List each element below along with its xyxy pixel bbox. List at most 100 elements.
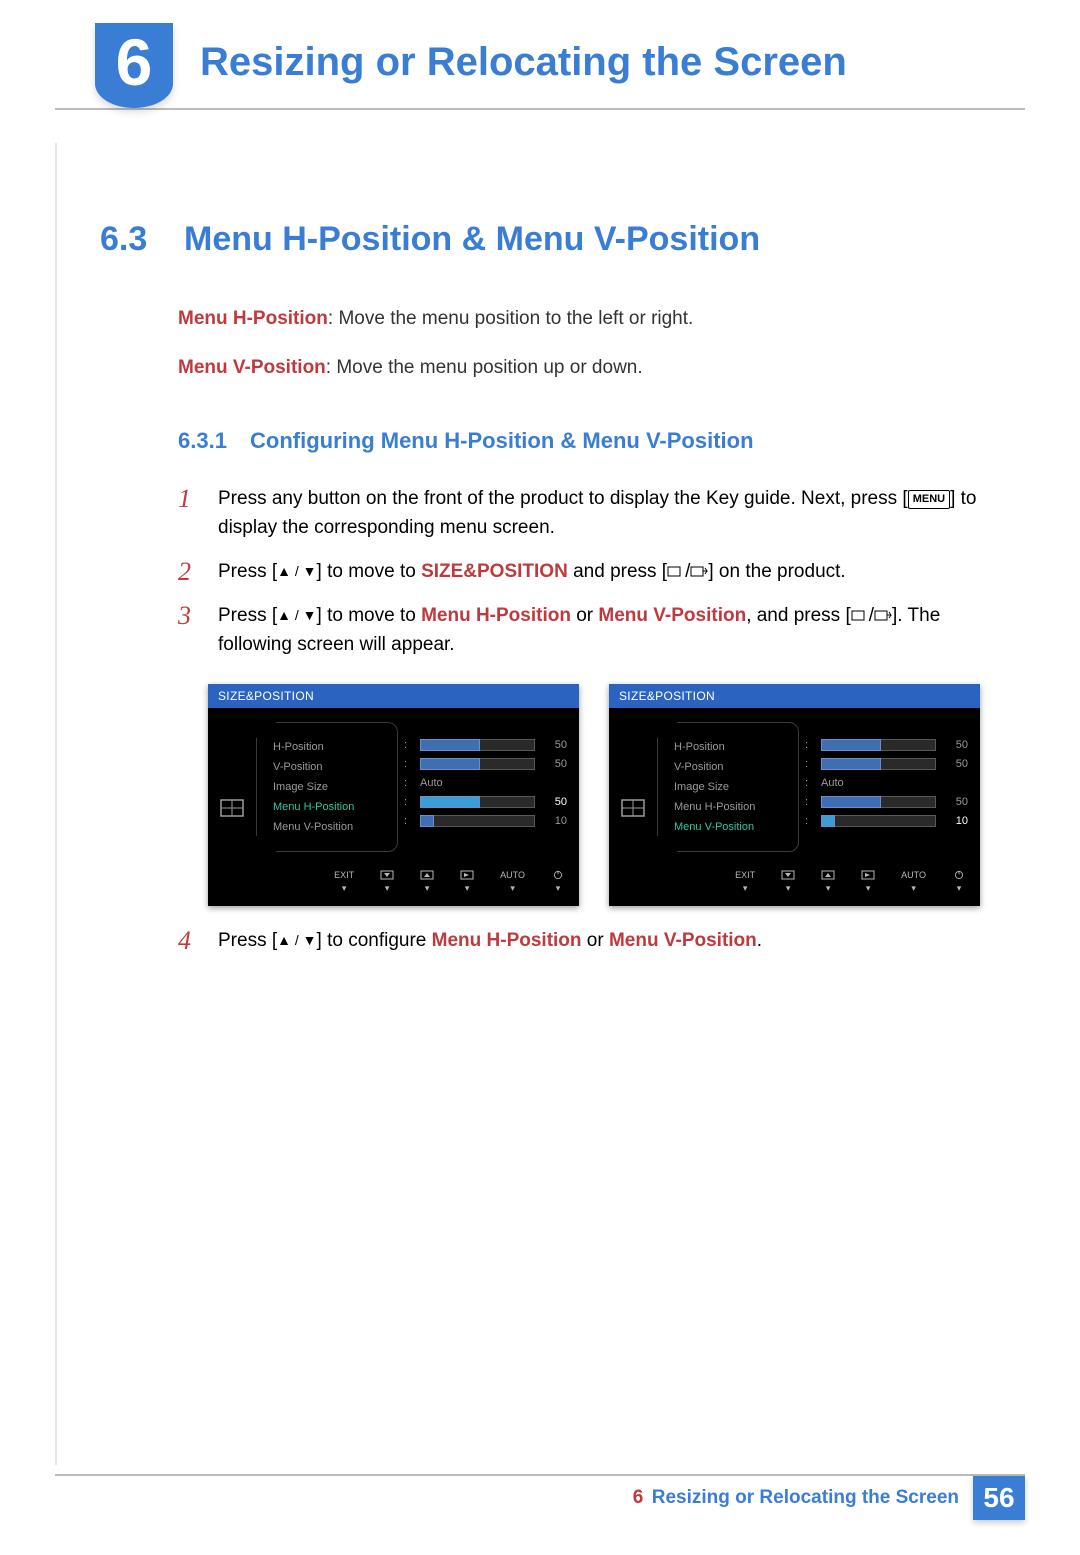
val-mh: 50 — [543, 796, 567, 808]
enter-source-icon: / — [851, 601, 892, 630]
val-mv: 10 — [944, 815, 968, 827]
step-1-text: Press any button on the front of the pro… — [218, 484, 980, 543]
chapter-title: Resizing or Relocating the Screen — [200, 40, 847, 85]
s3-pre: Press [ — [218, 605, 277, 626]
step-2-num: 2 — [178, 557, 196, 587]
osd-item-v: V-Position — [658, 757, 798, 777]
step-3-text: Press [▲ / ▼] to move to Menu H-Position… — [218, 601, 980, 660]
footer-chapter-title: Resizing or Relocating the Screen — [652, 1487, 959, 1508]
s2-post2: and press [ — [568, 561, 667, 582]
def-v-text: : Move the menu position up or down. — [326, 357, 643, 378]
osd-item-v: V-Position — [257, 757, 397, 777]
osd-btn-power: ▾ — [551, 870, 565, 894]
step-4: 4 Press [▲ / ▼] to configure Menu H-Posi… — [178, 926, 980, 956]
step-3: 3 Press [▲ / ▼] to move to Menu H-Positi… — [178, 601, 980, 660]
footer-chapter-number: 6 — [633, 1487, 644, 1508]
osd-item-mh: Menu H-Position — [257, 797, 397, 817]
s2-pre: Press [ — [218, 561, 277, 582]
osd-btn-up: ▾ — [420, 870, 434, 894]
osd-btn-auto: AUTO▾ — [901, 870, 926, 894]
val-h: 50 — [543, 739, 567, 751]
val-size: Auto — [821, 777, 936, 789]
term-v: Menu V-Position — [178, 357, 326, 378]
s2-target: SIZE&POSITION — [421, 561, 568, 582]
osd-category-icon — [220, 722, 250, 852]
s4-mid: ] to configure — [317, 930, 432, 951]
val-mv: 10 — [543, 815, 567, 827]
footer: 6 Resizing or Relocating the Screen 56 — [55, 1474, 1025, 1520]
osd-screenshots: SIZE&POSITION H-Position V-Position Imag… — [208, 684, 980, 906]
enter-source-icon: / — [667, 557, 708, 586]
val-h: 50 — [944, 739, 968, 751]
osd-left: SIZE&POSITION H-Position V-Position Imag… — [208, 684, 579, 906]
definition-v: Menu V-Position: Move the menu position … — [178, 353, 980, 382]
step-4-num: 4 — [178, 926, 196, 956]
step-1-num: 1 — [178, 484, 196, 514]
s2-mid: ] to move to — [317, 561, 422, 582]
osd-button-row: EXIT▾ ▾ ▾ ▾ AUTO▾ ▾ — [208, 860, 579, 898]
osd-right: SIZE&POSITION H-Position V-Position Imag… — [609, 684, 980, 906]
definition-h: Menu H-Position: Move the menu position … — [178, 304, 980, 333]
osd-item-h: H-Position — [257, 737, 397, 757]
menu-key: MENU — [908, 490, 950, 509]
osd-btn-up: ▾ — [821, 870, 835, 894]
osd-btn-auto: AUTO▾ — [500, 870, 525, 894]
step-4-text: Press [▲ / ▼] to configure Menu H-Positi… — [218, 926, 980, 955]
osd-item-size: Image Size — [257, 777, 397, 797]
step-3-num: 3 — [178, 601, 196, 631]
def-h-text: : Move the menu position to the left or … — [328, 308, 693, 329]
osd-values: :50 :50 :Auto :50 :10 — [404, 722, 567, 852]
step-1: 1 Press any button on the front of the p… — [178, 484, 980, 543]
s4-or: or — [582, 930, 609, 951]
step-2-text: Press [▲ / ▼] to move to SIZE&POSITION a… — [218, 557, 980, 587]
s2-end: ] on the product. — [708, 561, 845, 582]
up-down-icon: ▲ / ▼ — [277, 932, 316, 948]
subsection-heading: 6.3.1 Configuring Menu H-Position & Menu… — [178, 428, 980, 454]
osd-btn-right: ▾ — [460, 870, 474, 894]
up-down-icon: ▲ / ▼ — [277, 607, 316, 623]
side-rule — [55, 143, 57, 1465]
osd-button-row: EXIT▾ ▾ ▾ ▾ AUTO▾ ▾ — [609, 860, 980, 898]
s4-pre: Press [ — [218, 930, 277, 951]
s3-post2: , and press [ — [746, 605, 851, 626]
s3-mid: ] to move to — [317, 605, 422, 626]
content-area: 6.3 Menu H-Position & Menu V-Position Me… — [0, 110, 1080, 956]
osd-btn-right: ▾ — [861, 870, 875, 894]
step-2: 2 Press [▲ / ▼] to move to SIZE&POSITION… — [178, 557, 980, 587]
up-down-icon: ▲ / ▼ — [277, 563, 316, 579]
osd-item-size: Image Size — [658, 777, 798, 797]
osd-item-mv: Menu V-Position — [257, 817, 397, 837]
osd-btn-exit: EXIT▾ — [735, 870, 755, 894]
osd-item-mv: Menu V-Position — [658, 817, 798, 837]
osd-values: :50 :50 :Auto :50 :10 — [805, 722, 968, 852]
section-number: 6.3 — [100, 220, 160, 259]
osd-header: SIZE&POSITION — [609, 684, 980, 708]
osd-menu-list: H-Position V-Position Image Size Menu H-… — [657, 722, 799, 852]
osd-btn-power: ▾ — [952, 870, 966, 894]
val-v: 50 — [944, 758, 968, 770]
footer-page-number: 56 — [973, 1476, 1025, 1520]
s3-or: or — [571, 605, 598, 626]
subsection-number: 6.3.1 — [178, 428, 232, 454]
s4-end: . — [757, 930, 762, 951]
osd-btn-exit: EXIT▾ — [334, 870, 354, 894]
osd-item-mh: Menu H-Position — [658, 797, 798, 817]
s3-target-v: Menu V-Position — [598, 605, 746, 626]
s4-target-v: Menu V-Position — [609, 930, 757, 951]
page: 6 Resizing or Relocating the Screen 6.3 … — [0, 28, 1080, 1555]
val-v: 50 — [543, 758, 567, 770]
section-heading: 6.3 Menu H-Position & Menu V-Position — [100, 220, 980, 259]
osd-btn-down: ▾ — [781, 870, 795, 894]
section-title: Menu H-Position & Menu V-Position — [184, 220, 760, 259]
s1-pre: Press any button on the front of the pro… — [218, 488, 908, 509]
osd-menu-list: H-Position V-Position Image Size Menu H-… — [256, 722, 398, 852]
term-h: Menu H-Position — [178, 308, 328, 329]
osd-item-h: H-Position — [658, 737, 798, 757]
s4-target-h: Menu H-Position — [432, 930, 582, 951]
subsection-title: Configuring Menu H-Position & Menu V-Pos… — [250, 428, 754, 454]
chapter-header: 6 Resizing or Relocating the Screen — [55, 28, 1025, 110]
osd-body: H-Position V-Position Image Size Menu H-… — [208, 708, 579, 860]
val-mh: 50 — [944, 796, 968, 808]
osd-body: H-Position V-Position Image Size Menu H-… — [609, 708, 980, 860]
chapter-badge: 6 — [95, 23, 173, 108]
